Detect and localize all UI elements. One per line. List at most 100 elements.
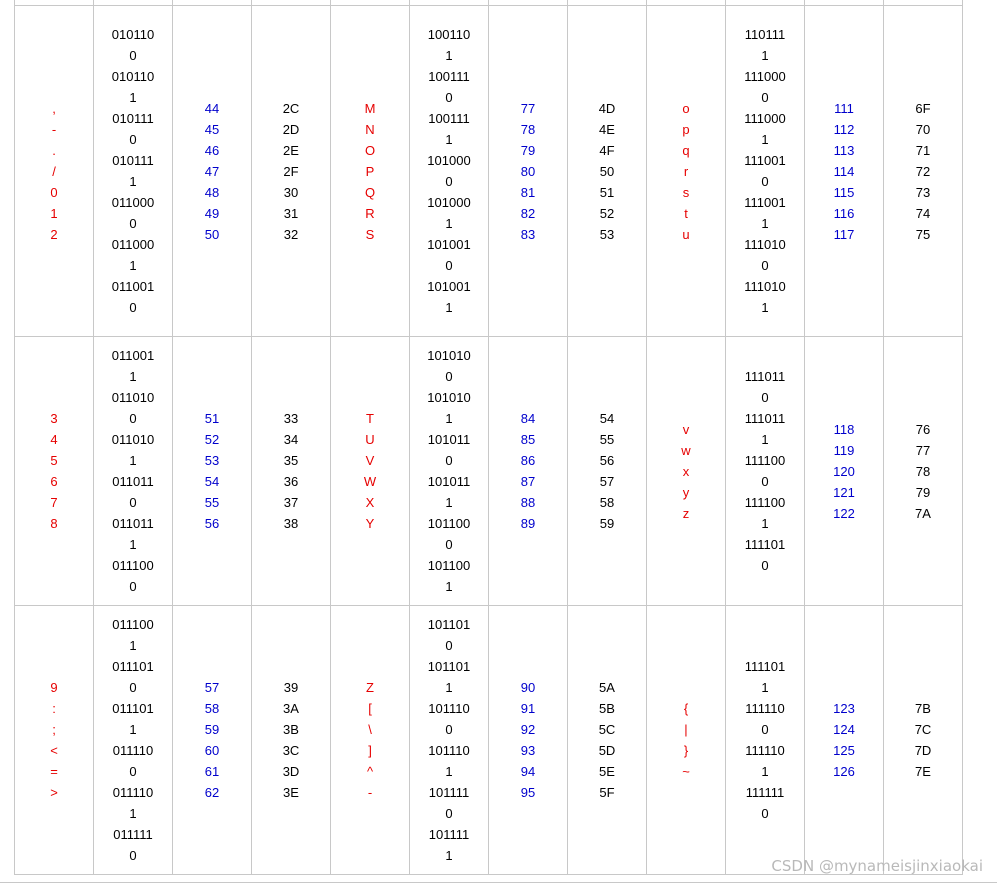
hex-cell-value: 71	[915, 142, 931, 158]
hex-cell-value: 59	[599, 516, 615, 531]
hex-cell: 39 3A 3B 3C 3D 3E	[251, 605, 331, 875]
char-cell-value: \	[368, 722, 372, 737]
decimal-cell-value: 78	[520, 121, 536, 137]
hex-cell-value: 3D	[282, 764, 300, 779]
char-cell-value: p	[682, 121, 690, 137]
hex-cell-value: 3E	[283, 785, 299, 800]
decimal-cell-value: 118	[833, 421, 855, 437]
char-cell-value: [	[368, 701, 372, 716]
char-cell-value: {	[683, 701, 689, 716]
binary-cell-value: 011010	[111, 390, 155, 405]
char-cell-value: 9	[50, 680, 58, 695]
binary-cell-value: 101010	[427, 390, 471, 405]
binary-cell-value: 111000	[744, 111, 786, 126]
binary-cell-value: 0	[445, 369, 453, 384]
binary-cell-value: 111111	[745, 785, 785, 800]
decimal-cell-value: 114	[833, 163, 855, 179]
decimal-cell-value: 95	[520, 785, 536, 800]
binary-cell-value: 1	[761, 680, 769, 695]
binary-cell-value: 0	[445, 258, 453, 273]
decimal-cell-value: 115	[833, 184, 855, 200]
binary-cell-value: 011000	[111, 195, 155, 210]
hex-cell-value: 5E	[599, 764, 615, 779]
binary-cell-value: 1	[129, 638, 137, 653]
hex-cell-value: 76	[915, 421, 931, 437]
binary-cell-value: 1	[445, 764, 453, 779]
decimal-cell-value: 81	[520, 184, 536, 200]
char-cell-value: U	[365, 432, 375, 447]
hex-cell-value: 2E	[283, 142, 299, 158]
binary-cell-value: 0	[761, 806, 769, 821]
decimal-cell-value: 85	[520, 432, 536, 447]
binary-cell-value: 010110	[111, 27, 155, 42]
binary-cell-value: 011100	[112, 617, 154, 632]
binary-cell-value: 011111	[113, 827, 153, 842]
binary-cell-value: 011000	[111, 237, 155, 252]
char-cell-value: P	[365, 163, 375, 179]
binary-cell-value: 111011	[744, 411, 786, 426]
decimal-cell-value: 86	[520, 453, 536, 468]
hex-cell-value: 3A	[283, 701, 299, 716]
char-cell-value: 5	[50, 453, 58, 468]
hex-cell-value: 77	[915, 442, 931, 458]
hex-cell-value: 5D	[598, 743, 616, 758]
decimal-cell-value: 83	[520, 226, 536, 242]
binary-cell-value: 011101	[112, 659, 154, 674]
char-cell-value: o	[682, 100, 690, 116]
binary-cell-value: 101001	[427, 279, 471, 294]
char-cell-value: z	[682, 505, 690, 521]
char-cell-value: S	[365, 226, 375, 242]
char-cell-value: }	[683, 743, 689, 758]
hex-cell-value: 2D	[282, 121, 300, 137]
decimal-cell: 57 58 59 60 61 62	[172, 605, 252, 875]
binary-cell-value: 101001	[427, 237, 471, 252]
binary-cell-value: 101100	[427, 516, 471, 531]
binary-cell-value: 0	[761, 390, 769, 405]
decimal-cell-value: 45	[204, 121, 220, 137]
char-cell-value: Z	[366, 680, 374, 695]
hex-cell-value: 78	[915, 463, 931, 479]
table-row: , -./0 1 2 010110 0 010110 1 010111 0 010111 1 01100…	[14, 5, 963, 337]
decimal-cell-value: 50	[204, 226, 220, 242]
binary-cell-value: 101101	[427, 617, 471, 632]
binary-cell-value: 110111	[744, 27, 786, 42]
binary-cell-value: 1	[129, 258, 137, 273]
binary-cell-value: 1	[129, 806, 137, 821]
binary-cell-value: 0	[129, 848, 137, 863]
char-cell-value: 8	[50, 516, 58, 531]
hex-cell-value: 4D	[598, 100, 616, 116]
binary-cell-value: 0	[445, 174, 453, 189]
hex-cell: 76 77 78 79 7A	[883, 336, 963, 606]
binary-cell-value: 101011	[427, 432, 471, 447]
binary-cell-value: 111100	[744, 495, 786, 510]
binary-cell-value: 1	[445, 848, 453, 863]
decimal-cell-value: 52	[204, 432, 220, 447]
char-cell-value: x	[682, 463, 690, 479]
hex-cell-value: 79	[915, 484, 931, 500]
char-cell-value: |	[684, 722, 688, 737]
decimal-cell-value: 122	[833, 505, 855, 521]
hex-cell-value: 5F	[599, 785, 615, 800]
watermark: CSDN @mynameisjinxiaokai	[771, 857, 983, 875]
hex-cell-value: 3C	[282, 743, 300, 758]
char-cell-value: 2	[50, 226, 58, 242]
decimal-cell-value: 116	[833, 205, 855, 221]
char-cell-value: 7	[50, 495, 58, 510]
char-cell-value: 4	[50, 432, 58, 447]
hex-cell-value: 35	[283, 453, 299, 468]
hex-cell-value: 53	[599, 226, 615, 242]
binary-cell-value: 111110	[745, 743, 785, 758]
hex-cell-value: 39	[283, 680, 299, 695]
binary-cell-value: 101111	[428, 785, 470, 800]
char-cell-value: r	[683, 163, 689, 179]
decimal-cell-value: 51	[204, 411, 220, 426]
char-cell-value: y	[682, 484, 690, 500]
binary-cell-value: 0	[129, 48, 137, 63]
table-row: 9:; < = >011100 1 011101 0 011101 1 011110 0 011110…	[14, 605, 963, 875]
decimal-cell-value: 62	[204, 785, 220, 800]
binary-cell-value: 111110	[745, 701, 785, 716]
binary-cell-value: 0	[445, 722, 453, 737]
char-cell-value: M	[364, 100, 376, 116]
decimal-cell-value: 77	[520, 100, 536, 116]
decimal-cell-value: 46	[204, 142, 220, 158]
